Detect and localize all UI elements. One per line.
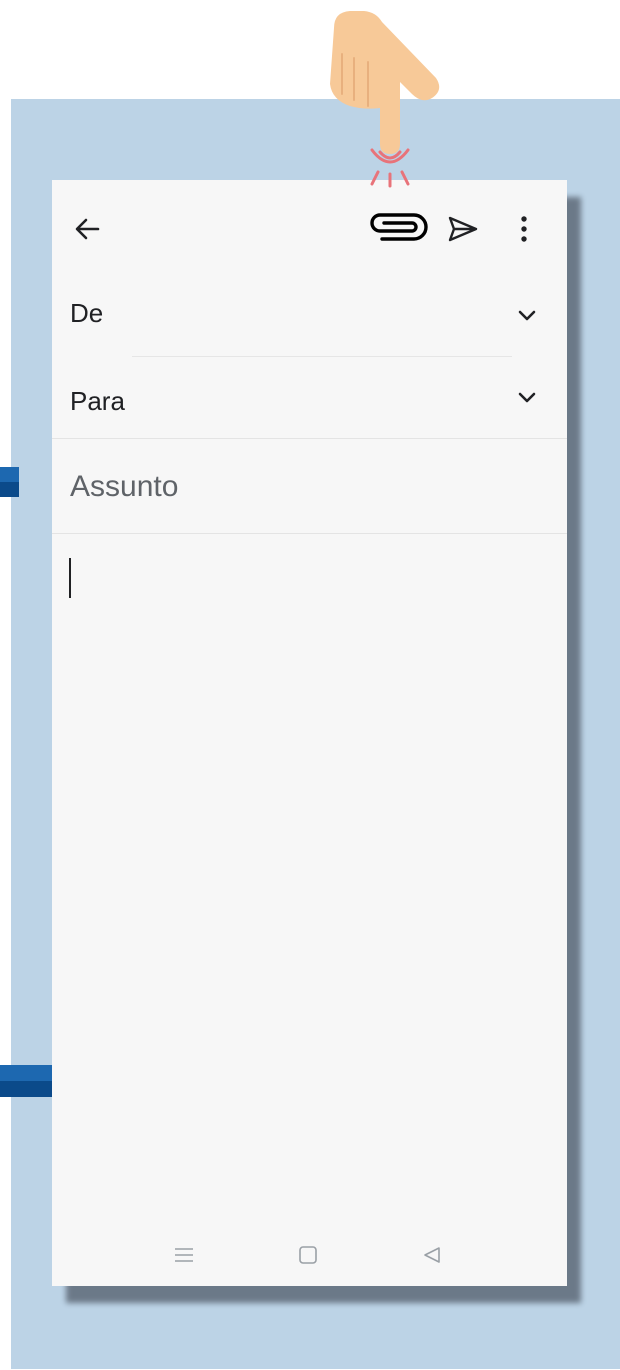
compose-toolbar xyxy=(52,180,567,276)
from-field[interactable]: De xyxy=(52,276,567,356)
menu-lines-icon[interactable] xyxy=(174,1245,194,1265)
pointing-hand-icon xyxy=(320,8,450,195)
chevron-down-icon[interactable] xyxy=(517,309,537,323)
edge-tab-decoration xyxy=(0,467,19,497)
to-label: Para xyxy=(70,386,125,416)
chevron-down-icon[interactable] xyxy=(517,391,537,405)
body-editor[interactable] xyxy=(52,534,567,1224)
divider xyxy=(52,356,567,357)
text-cursor xyxy=(69,558,71,598)
tutorial-stage: De Para xyxy=(0,0,620,1370)
send-icon[interactable] xyxy=(446,214,480,244)
compose-screen: De Para xyxy=(52,180,567,1286)
square-icon[interactable] xyxy=(298,1245,318,1265)
subject-input[interactable] xyxy=(70,470,540,504)
to-field[interactable]: Para xyxy=(52,358,567,438)
paperclip-icon[interactable] xyxy=(362,206,434,246)
arrow-left-icon[interactable] xyxy=(72,214,102,244)
triangle-back-icon[interactable] xyxy=(422,1245,442,1265)
divider xyxy=(52,438,567,439)
more-vertical-icon[interactable] xyxy=(518,214,530,244)
from-label: De xyxy=(70,298,104,328)
edge-tab-decoration xyxy=(0,1065,52,1097)
system-nav-bar xyxy=(52,1235,567,1275)
